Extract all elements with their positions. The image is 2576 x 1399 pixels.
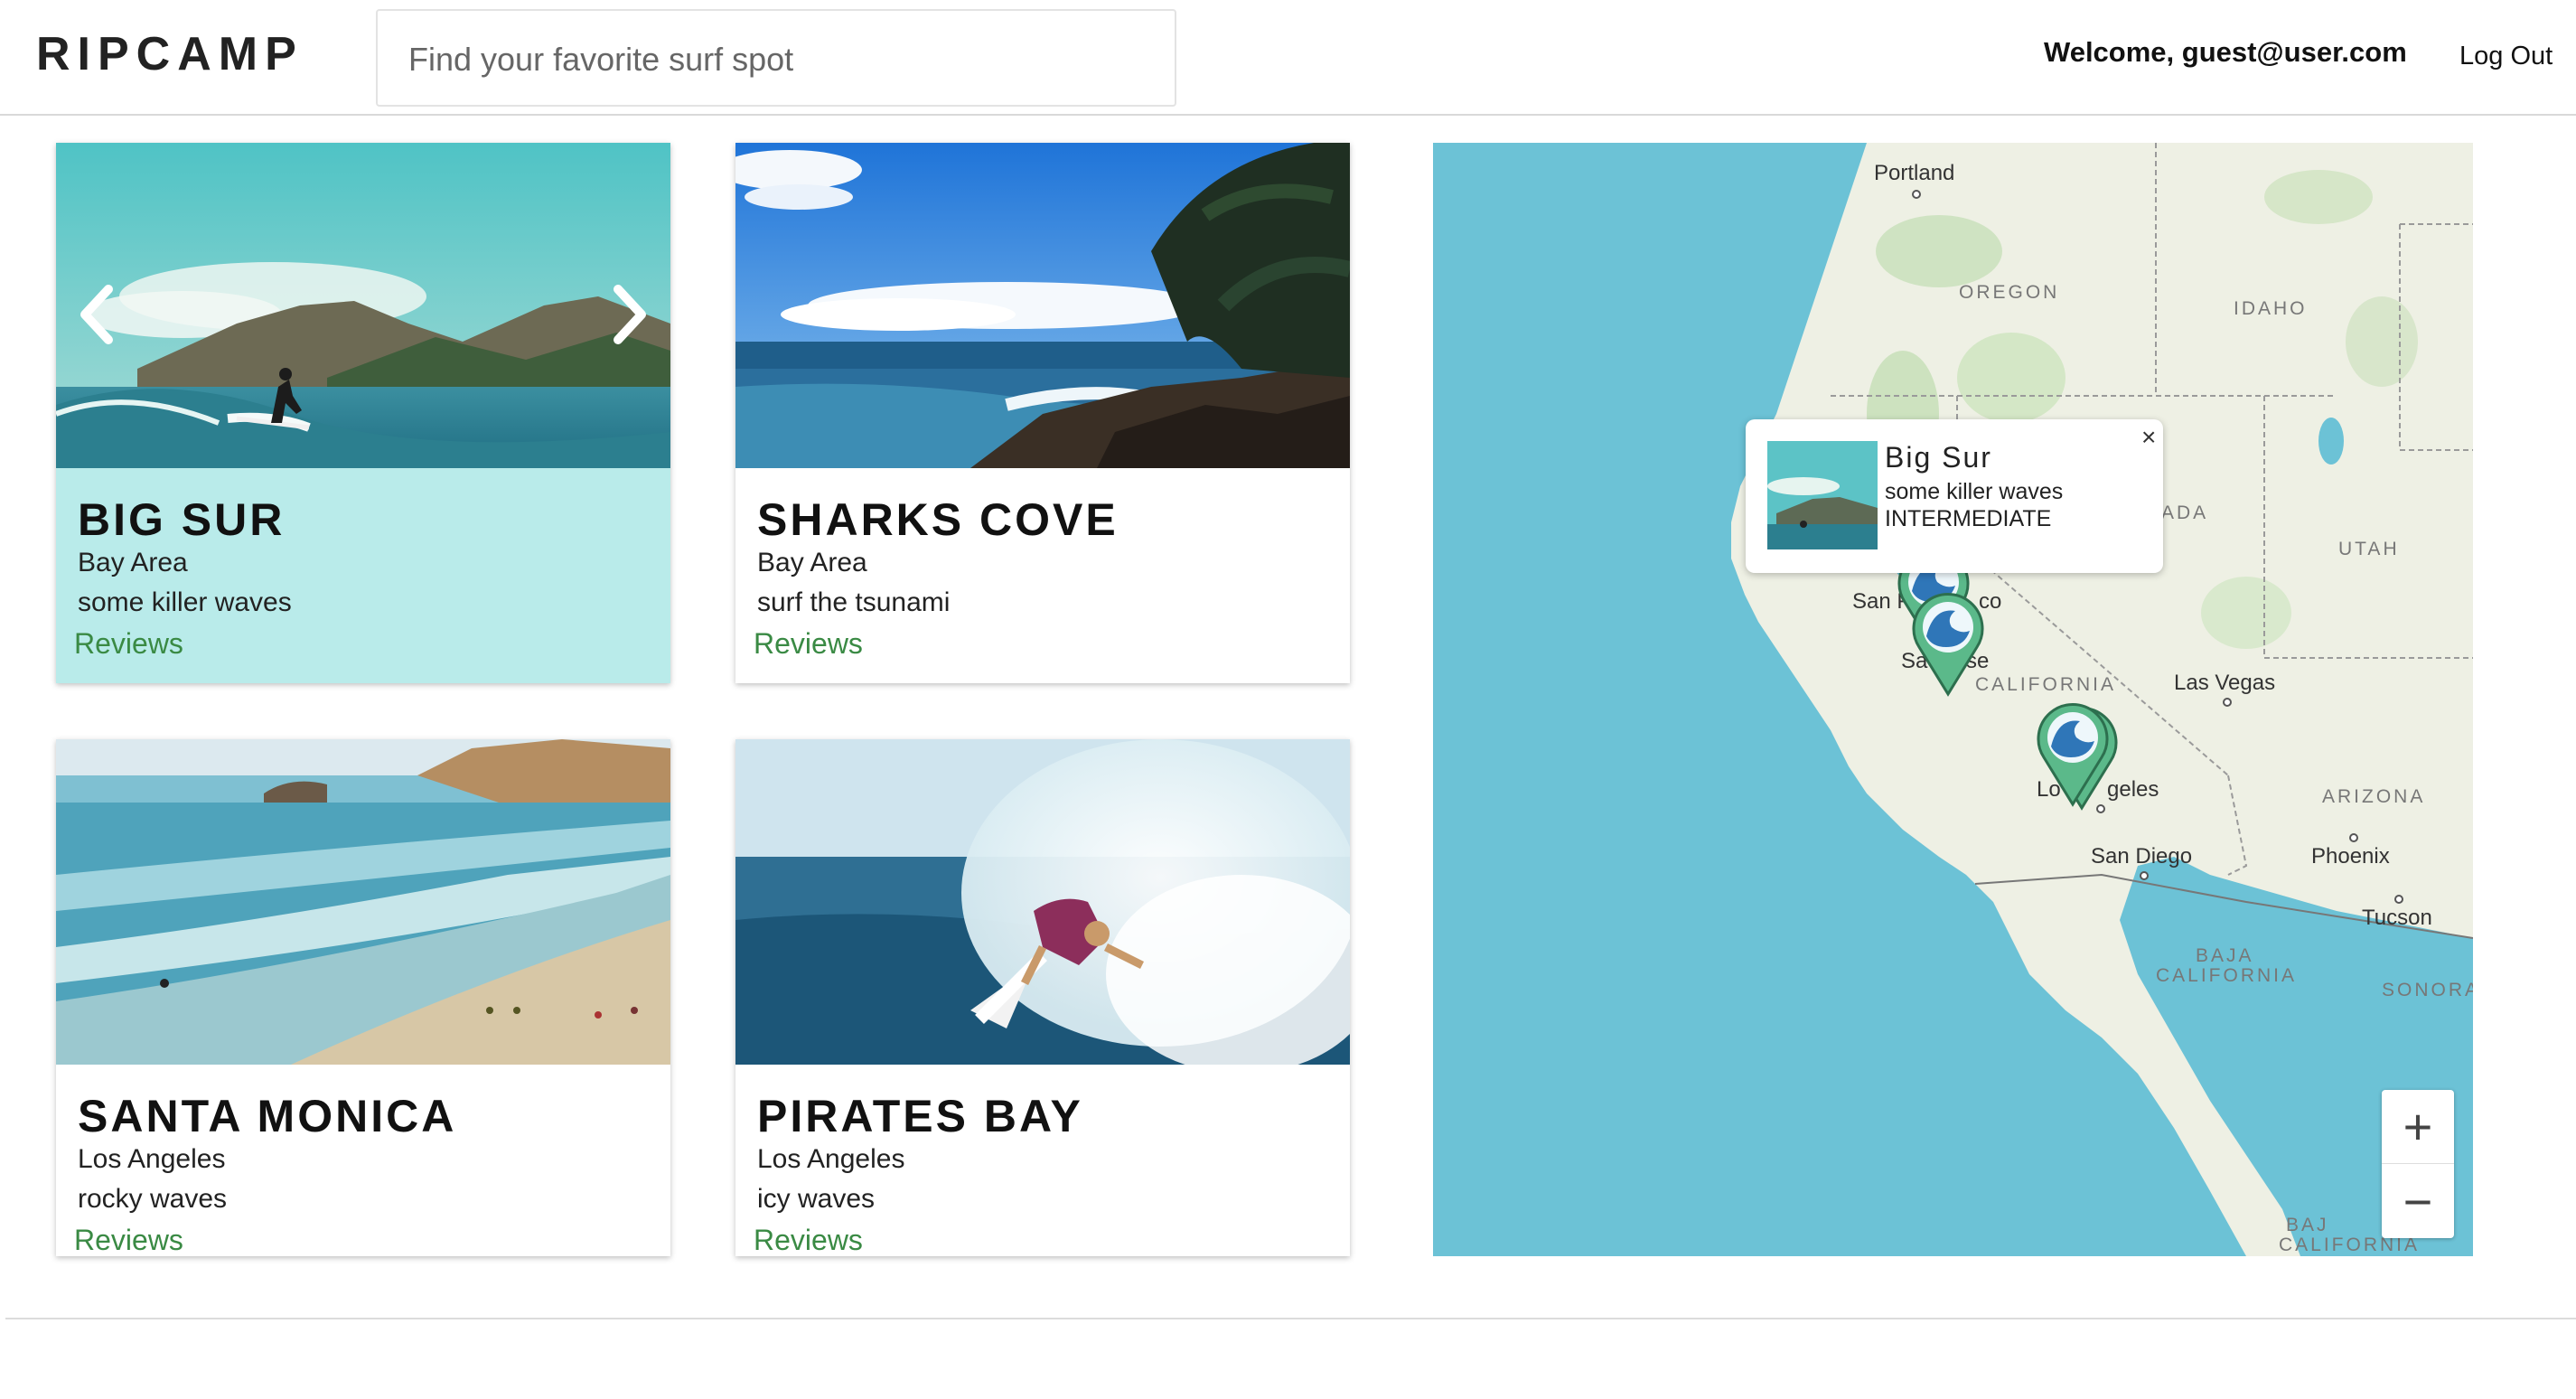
region-label-baja-sur: BAJ [2286, 1215, 2329, 1235]
region-label-baja: BAJA [2196, 945, 2254, 966]
spot-title: SANTA MONICA [78, 1091, 457, 1141]
zoom-out-button[interactable]: − [2382, 1164, 2454, 1238]
city-dot [1912, 190, 1921, 199]
region-label-arizona: ARIZONA [2322, 786, 2426, 807]
close-icon[interactable]: × [2141, 423, 2156, 452]
city-dot [2140, 871, 2149, 880]
spot-title: PIRATES BAY [757, 1091, 1083, 1141]
popup-title: Big Sur [1885, 441, 1992, 474]
spot-card-pirates-bay[interactable]: PIRATES BAY Los Angeles icy waves Review… [735, 739, 1350, 1256]
region-label-baja-california: CALIFORNIA [2156, 965, 2298, 986]
chevron-right-icon[interactable] [602, 280, 656, 349]
spot-description: rocky waves [78, 1184, 228, 1214]
surf-map[interactable]: OREGON IDAHO ADA UTAH CALIFORNIA ARIZONA… [1433, 143, 2473, 1256]
logout-link[interactable]: Log Out [2459, 42, 2553, 71]
region-label-utah: UTAH [2338, 539, 2400, 559]
spot-location: Los Angeles [78, 1144, 226, 1174]
spot-card-santa-monica[interactable]: SANTA MONICA Los Angeles rocky waves Rev… [56, 739, 670, 1256]
city-label-las-vegas: Las Vegas [2174, 671, 2276, 695]
region-label-sonora: SONORA [2382, 980, 2473, 1000]
spot-card-sharks-cove[interactable]: SHARKS COVE Bay Area surf the tsunami Re… [735, 143, 1350, 683]
welcome-message: Welcome, guest@user.com [2044, 36, 2407, 68]
map-popup: Big Sur some killer waves INTERMEDIATE × [1746, 419, 2163, 573]
top-navbar: RIPCAMP Welcome, guest@user.com Log Out [0, 0, 2576, 116]
spot-location: Los Angeles [757, 1144, 905, 1174]
spot-location: Bay Area [78, 548, 188, 577]
footer-divider [5, 1318, 2576, 1319]
popup-description: some killer waves [1885, 479, 2064, 504]
chevron-left-icon[interactable] [70, 280, 125, 349]
region-label-idaho: IDAHO [2234, 298, 2308, 319]
spot-description: icy waves [757, 1184, 876, 1214]
city-dot [2223, 698, 2232, 707]
spot-location: Bay Area [757, 548, 867, 577]
spot-title: SHARKS COVE [757, 494, 1119, 545]
ripcamp-logo[interactable]: RIPCAMP [36, 27, 304, 81]
spot-image-sharks-cove [735, 143, 1350, 468]
region-label-oregon: OREGON [1959, 282, 2060, 303]
spot-description: surf the tsunami [757, 587, 951, 617]
map-base [1731, 143, 2473, 1256]
city-label-tucson: Tucson [2362, 906, 2432, 930]
reviews-link[interactable]: Reviews [754, 1224, 863, 1256]
surf-spot-marker-icon[interactable] [1910, 591, 1986, 698]
spot-card-big-sur[interactable]: BIG SUR Bay Area some killer waves Revie… [56, 143, 670, 683]
spot-description: some killer waves [78, 587, 292, 617]
zoom-control: + − [2382, 1090, 2454, 1238]
popup-thumbnail [1767, 441, 1878, 549]
reviews-link[interactable]: Reviews [74, 1224, 183, 1256]
city-dot [2394, 895, 2403, 904]
spot-title: BIG SUR [78, 494, 286, 545]
search-input[interactable] [408, 34, 1149, 85]
spot-image-big-sur [56, 143, 670, 468]
reviews-link[interactable]: Reviews [754, 627, 863, 661]
city-dot [2349, 833, 2358, 842]
spot-image-santa-monica [56, 739, 670, 1065]
region-label-nevada: ADA [2161, 502, 2209, 523]
search-box[interactable] [376, 9, 1176, 107]
spot-image-pirates-bay [735, 739, 1350, 1065]
reviews-link[interactable]: Reviews [74, 627, 183, 661]
city-label-phoenix: Phoenix [2311, 844, 2390, 869]
city-label-portland: Portland [1874, 161, 1955, 185]
zoom-in-button[interactable]: + [2382, 1090, 2454, 1164]
region-label-california: CALIFORNIA [1975, 674, 2117, 695]
surf-spot-marker-icon[interactable] [2035, 701, 2111, 808]
popup-level: INTERMEDIATE [1885, 506, 2052, 531]
city-label-san-diego: San Diego [2091, 844, 2193, 869]
